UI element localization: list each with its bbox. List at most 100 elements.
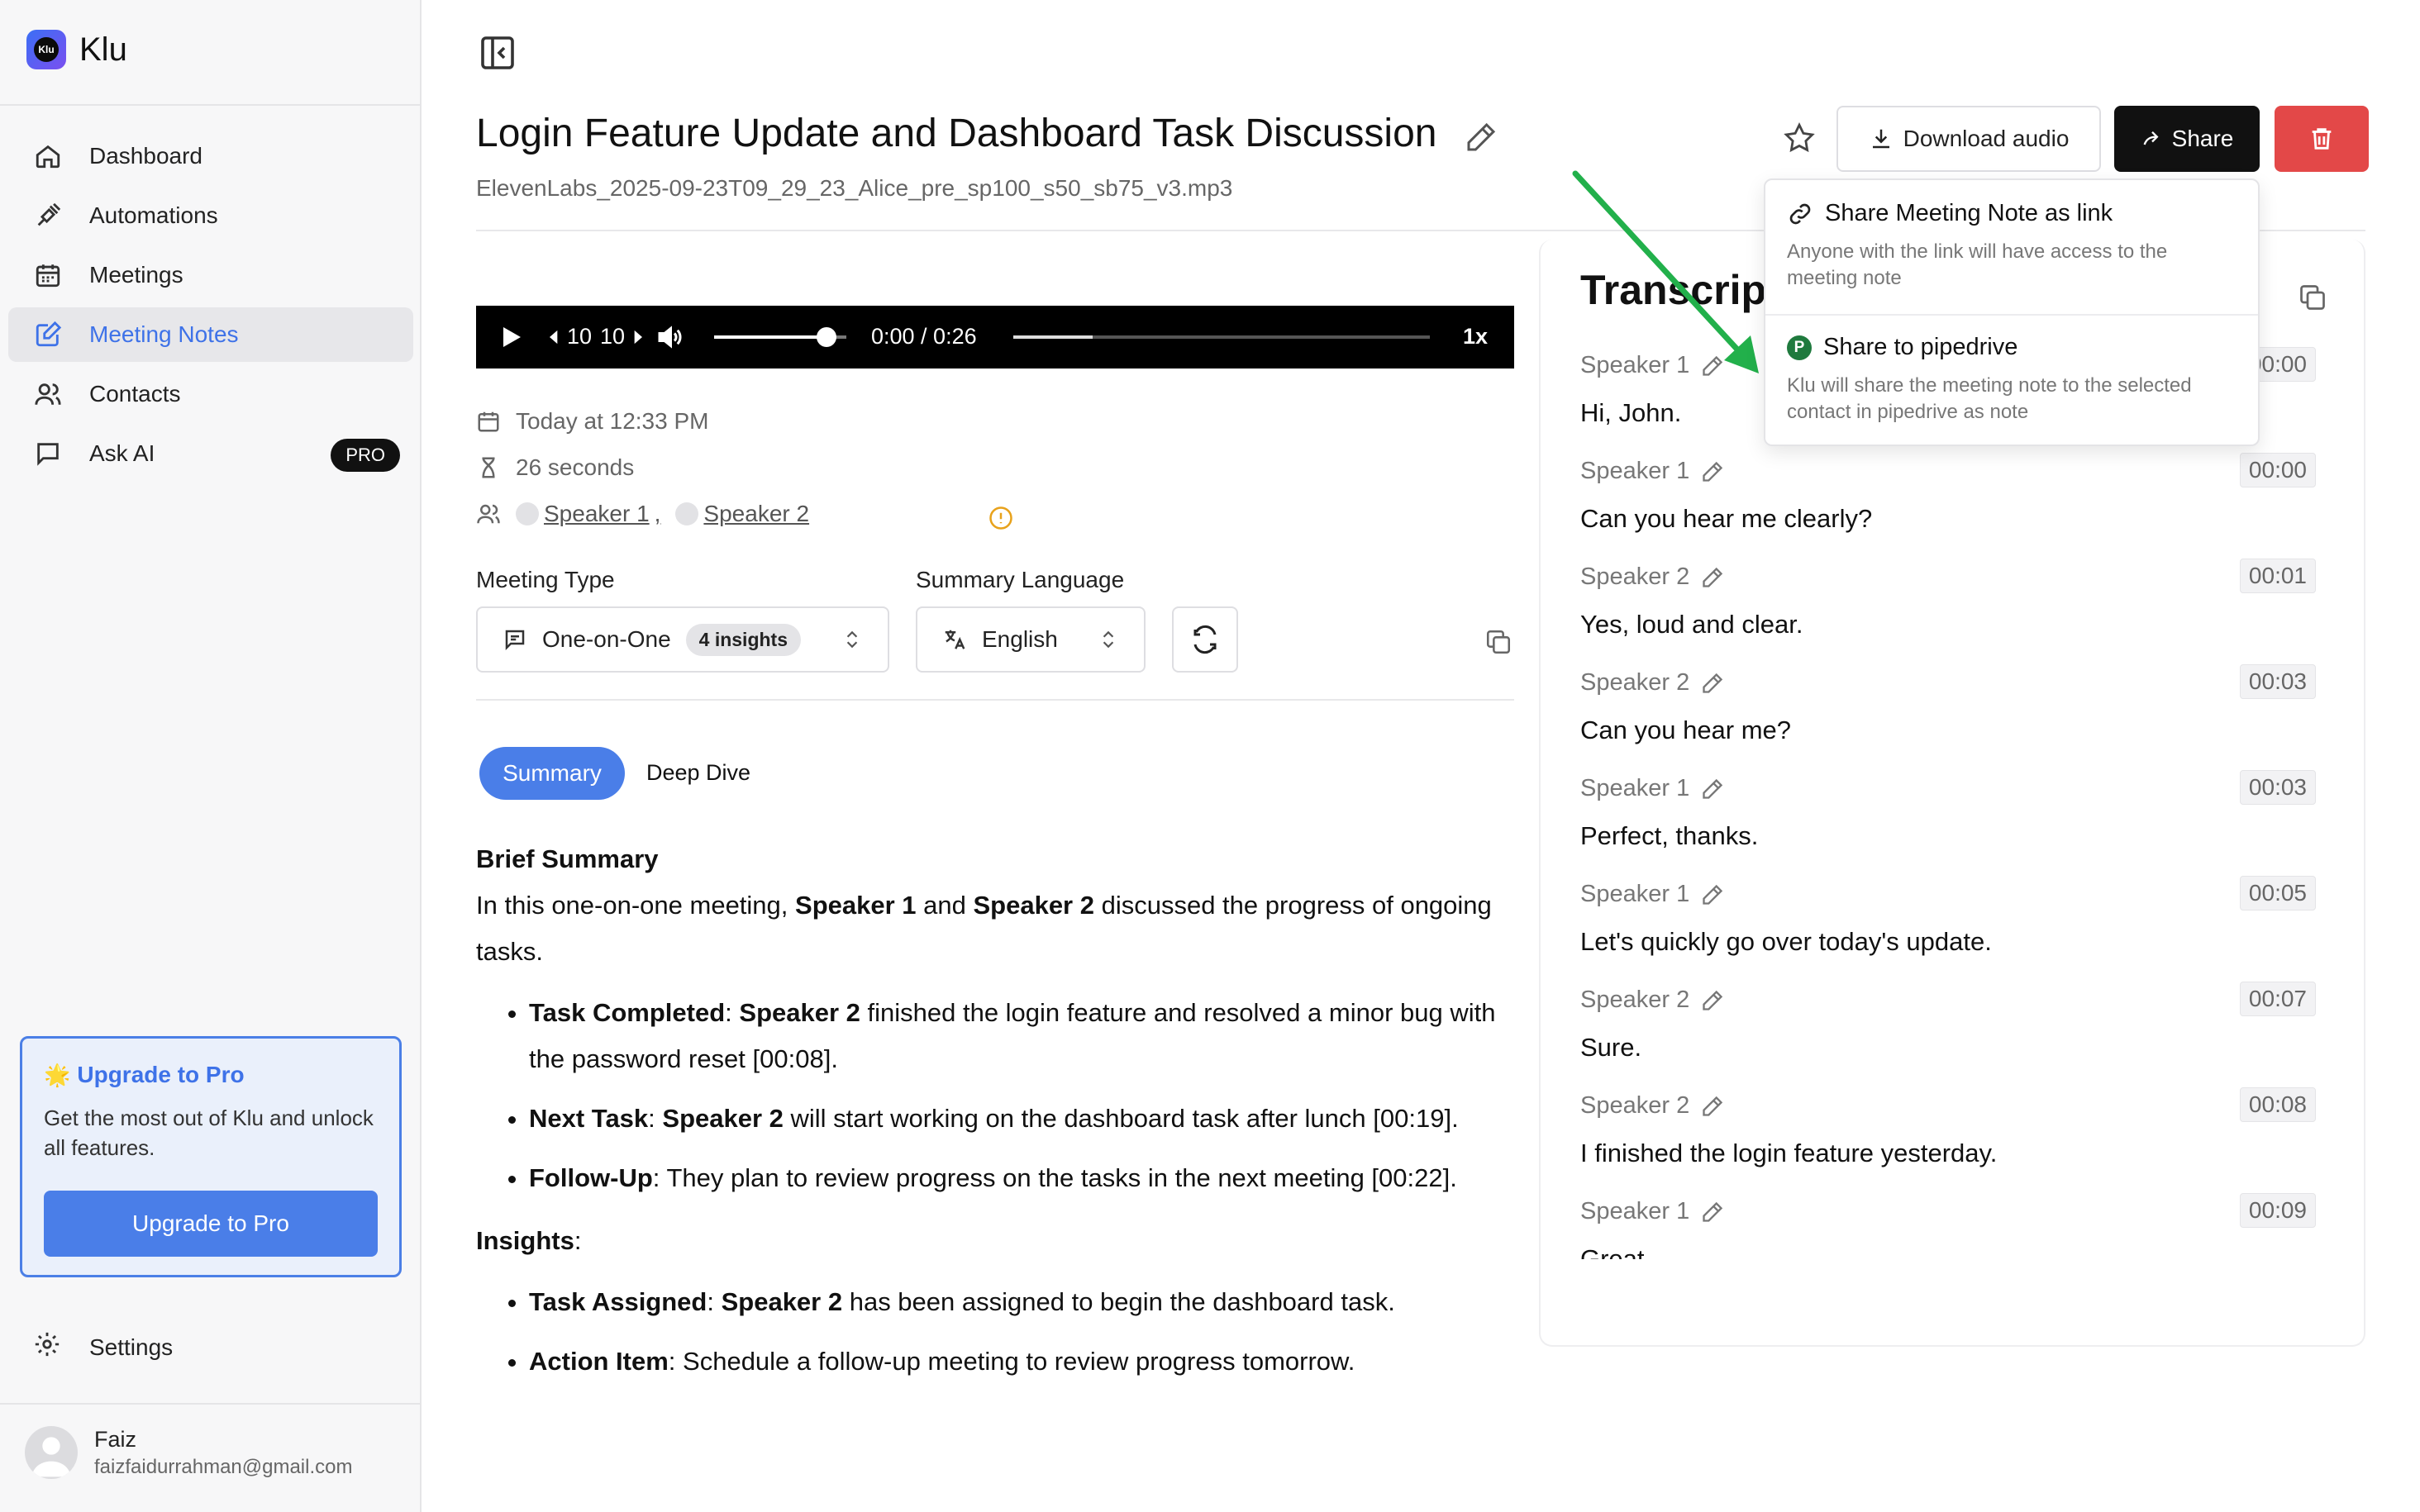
- meeting-date-row: Today at 12:33 PM: [476, 408, 708, 435]
- transcript-timestamp[interactable]: 00:07: [2239, 982, 2316, 1016]
- star-icon[interactable]: [1782, 121, 1817, 155]
- menu-divider: [1765, 314, 2258, 316]
- transcript-entry[interactable]: Speaker 1 00:00 Can you hear me clearly?: [1580, 453, 2324, 559]
- sidebar-item-settings[interactable]: Settings: [33, 1330, 173, 1364]
- list-item: Task Completed: Speaker 2 finished the l…: [529, 990, 1501, 1082]
- transcript-speaker[interactable]: Speaker 2: [1580, 987, 1724, 1014]
- volume-slider-handle[interactable]: [817, 327, 836, 347]
- edit-speaker-icon[interactable]: [1701, 672, 1724, 695]
- summary-language-select[interactable]: English: [916, 606, 1146, 673]
- list-item: Next Task: Speaker 2 will start working …: [529, 1096, 1501, 1142]
- warning-icon[interactable]: [988, 506, 1013, 530]
- sparkle-icon: 🌟: [44, 1062, 71, 1087]
- summary-language-label: Summary Language: [916, 567, 1125, 592]
- forward-icon: [634, 330, 643, 344]
- playback-time: 0:00 / 0:26: [871, 324, 977, 349]
- transcript-text: Can you hear me clearly?: [1580, 504, 1873, 533]
- volume-slider[interactable]: [714, 327, 846, 347]
- transcript-speaker[interactable]: Speaker 1: [1580, 1198, 1724, 1225]
- transcript-text: I finished the login feature yesterday.: [1580, 1139, 1998, 1167]
- volume-icon[interactable]: [655, 322, 684, 352]
- users-icon: [33, 379, 63, 409]
- edit-speaker-icon[interactable]: [1701, 1201, 1724, 1224]
- edit-speaker-icon[interactable]: [1701, 566, 1724, 589]
- meeting-date: Today at 12:33 PM: [516, 408, 709, 434]
- app-name: Klu: [79, 31, 127, 68]
- avatar: [516, 502, 539, 525]
- copy-transcript-icon[interactable]: [2298, 283, 2327, 312]
- transcript-speaker[interactable]: Speaker 2: [1580, 669, 1724, 697]
- seek-bar[interactable]: [1013, 335, 1430, 339]
- transcript-speaker[interactable]: Speaker 1: [1580, 775, 1724, 802]
- content-divider: [476, 699, 1514, 701]
- transcript-text: Can you hear me?: [1580, 716, 1792, 744]
- sidebar-item-automations[interactable]: Automations: [8, 188, 413, 243]
- tab-summary[interactable]: Summary: [479, 747, 625, 800]
- transcript-timestamp[interactable]: 00:01: [2239, 559, 2316, 593]
- transcript-entry[interactable]: Speaker 1 00:03 Perfect, thanks.: [1580, 770, 2324, 876]
- transcript-entry[interactable]: Speaker 2 00:07 Sure.: [1580, 982, 2324, 1087]
- edit-title-icon[interactable]: [1465, 121, 1498, 154]
- delete-button[interactable]: [2275, 106, 2369, 172]
- share-as-link-option[interactable]: Share Meeting Note as link Anyone with t…: [1787, 200, 2241, 292]
- link-icon: [1789, 203, 1811, 224]
- hourglass-icon: [482, 457, 495, 478]
- user-profile[interactable]: Faiz faizfaidurrahman@gmail.com: [25, 1426, 352, 1479]
- sidebar-item-ask-ai[interactable]: Ask AI PRO: [8, 426, 413, 481]
- transcript-list[interactable]: Speaker 1 00:00 Hi, John. Speaker 1 00:00 Can…: [1580, 347, 2324, 1259]
- pipedrive-icon: P: [1787, 335, 1812, 360]
- transcript-entry[interactable]: Speaker 1 00:09 Great.: [1580, 1193, 2324, 1259]
- speaker-link-2[interactable]: Speaker 2: [675, 501, 809, 527]
- share-to-pipedrive-option[interactable]: P Share to pipedrive Klu will share the …: [1787, 334, 2241, 426]
- edit-speaker-icon[interactable]: [1701, 1095, 1724, 1118]
- app-logo[interactable]: Klu Klu: [26, 28, 127, 71]
- edit-speaker-icon[interactable]: [1701, 989, 1724, 1012]
- transcript-speaker[interactable]: Speaker 1: [1580, 458, 1724, 485]
- note-edit-icon: [33, 320, 63, 349]
- edit-speaker-icon[interactable]: [1701, 777, 1724, 801]
- audio-player: 10 10 0:00 / 0:26 1x: [476, 306, 1514, 368]
- rewind-10-button[interactable]: 10: [544, 324, 592, 349]
- share-button[interactable]: Share: [2114, 106, 2260, 172]
- transcript-speaker[interactable]: Speaker 2: [1580, 1092, 1724, 1120]
- transcript-timestamp[interactable]: 00:03: [2239, 770, 2316, 805]
- meeting-type-select[interactable]: One-on-One 4 insights: [476, 606, 889, 673]
- transcript-timestamp[interactable]: 00:05: [2239, 876, 2316, 911]
- annotation-arrow-icon: [1572, 170, 1759, 373]
- transcript-timestamp[interactable]: 00:09: [2239, 1193, 2316, 1228]
- calendar-icon: [33, 260, 63, 290]
- download-audio-button[interactable]: Download audio: [1836, 106, 2101, 172]
- sidebar-item-meeting-notes[interactable]: Meeting Notes: [8, 307, 413, 362]
- gear-icon: [33, 1330, 61, 1364]
- collapse-sidebar-icon[interactable]: [478, 33, 517, 73]
- transcript-speaker[interactable]: Speaker 2: [1580, 563, 1724, 591]
- transcript-timestamp[interactable]: 00:00: [2239, 453, 2316, 487]
- sidebar-item-dashboard[interactable]: Dashboard: [8, 129, 413, 183]
- sidebar-item-contacts[interactable]: Contacts: [8, 367, 413, 421]
- forward-10-button[interactable]: 10: [600, 324, 648, 349]
- brief-summary-text: In this one-on-one meeting, Speaker 1 an…: [476, 891, 1492, 966]
- transcript-speaker[interactable]: Speaker 1: [1580, 881, 1724, 908]
- transcript-timestamp[interactable]: 00:08: [2239, 1087, 2316, 1122]
- edit-speaker-icon[interactable]: [1701, 883, 1724, 906]
- copy-summary-icon[interactable]: [1484, 628, 1512, 656]
- sidebar-item-label: Ask AI: [89, 440, 155, 466]
- meeting-duration: 26 seconds: [516, 454, 635, 480]
- sidebar-item-meetings[interactable]: Meetings: [8, 248, 413, 302]
- tab-deep-dive[interactable]: Deep Dive: [646, 760, 750, 786]
- upgrade-card: 🌟 Upgrade to Pro Get the most out of Klu…: [20, 1036, 402, 1277]
- sidebar-item-label: Automations: [89, 202, 218, 228]
- edit-speaker-icon[interactable]: [1701, 460, 1724, 483]
- speaker-link-1[interactable]: Speaker 1,: [516, 501, 660, 527]
- transcript-entry[interactable]: Speaker 1 00:05 Let's quickly go over toda…: [1580, 876, 2324, 982]
- transcript-entry[interactable]: Speaker 2 00:08 I finished the login featu…: [1580, 1087, 2324, 1193]
- transcript-entry[interactable]: Speaker 2 00:01 Yes, loud and clear.: [1580, 559, 2324, 664]
- transcript-timestamp[interactable]: 00:03: [2239, 664, 2316, 699]
- regenerate-summary-button[interactable]: [1172, 606, 1238, 673]
- chevron-updown-icon: [846, 630, 858, 649]
- playback-speed-button[interactable]: 1x: [1463, 324, 1488, 349]
- transcript-entry[interactable]: Speaker 2 00:03 Can you hear me?: [1580, 664, 2324, 770]
- play-icon[interactable]: [496, 322, 526, 352]
- upgrade-to-pro-button[interactable]: Upgrade to Pro: [44, 1191, 378, 1257]
- user-divider: [0, 1403, 420, 1405]
